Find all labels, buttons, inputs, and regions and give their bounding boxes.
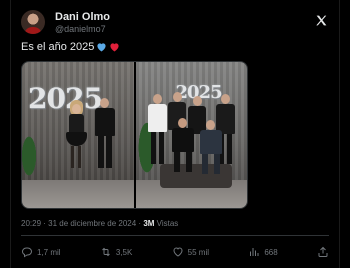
tweet-timestamp[interactable]: 20:29 · 31 de diciembre de 2024 · 3M Vis…: [21, 219, 178, 228]
tweet-card[interactable]: Dani Olmo @danielmo7 Es el año 2025 2025: [10, 0, 340, 268]
author-handle[interactable]: @danielmo7: [55, 24, 106, 34]
heart-icon: [173, 247, 183, 257]
avatar[interactable]: [21, 10, 45, 34]
balloon-number: 2025: [28, 82, 103, 115]
red-heart-icon: [110, 43, 119, 52]
reply-count: 1,7 mil: [37, 247, 61, 257]
like-button[interactable]: 55 mil: [172, 246, 209, 258]
reply-button[interactable]: 1,7 mil: [21, 246, 61, 258]
reply-icon: [21, 247, 33, 258]
tweet-text: Es el año 2025: [21, 41, 120, 53]
views-action-count: 668: [264, 247, 278, 257]
repost-count: 3,5K: [115, 247, 133, 257]
repost-button[interactable]: 3,5K: [100, 246, 132, 258]
share-button[interactable]: [317, 246, 329, 258]
tweet-text-content: Es el año 2025: [21, 41, 95, 53]
tweet-media: 2025 2025: [21, 61, 248, 209]
photo-couple[interactable]: 2025: [22, 62, 134, 208]
views-button[interactable]: 668: [248, 246, 278, 258]
author-name[interactable]: Dani Olmo: [55, 11, 110, 23]
action-bar: 1,7 mil 3,5K 55 mil 668: [21, 243, 329, 261]
x-logo-icon[interactable]: [313, 12, 329, 28]
tweet-header: Dani Olmo @danielmo7: [21, 10, 329, 40]
divider: [21, 235, 329, 236]
timestamp-text: 20:29 · 31 de diciembre de 2024 ·: [21, 219, 144, 228]
views-chart-icon: [250, 248, 259, 256]
repost-icon: [102, 247, 110, 257]
views-label: Vistas: [154, 219, 179, 228]
share-icon: [318, 246, 328, 257]
photo-group[interactable]: 2025: [135, 62, 247, 208]
blue-heart-icon: [97, 43, 106, 52]
views-count: 3M: [143, 219, 155, 228]
like-count: 55 mil: [187, 247, 209, 257]
